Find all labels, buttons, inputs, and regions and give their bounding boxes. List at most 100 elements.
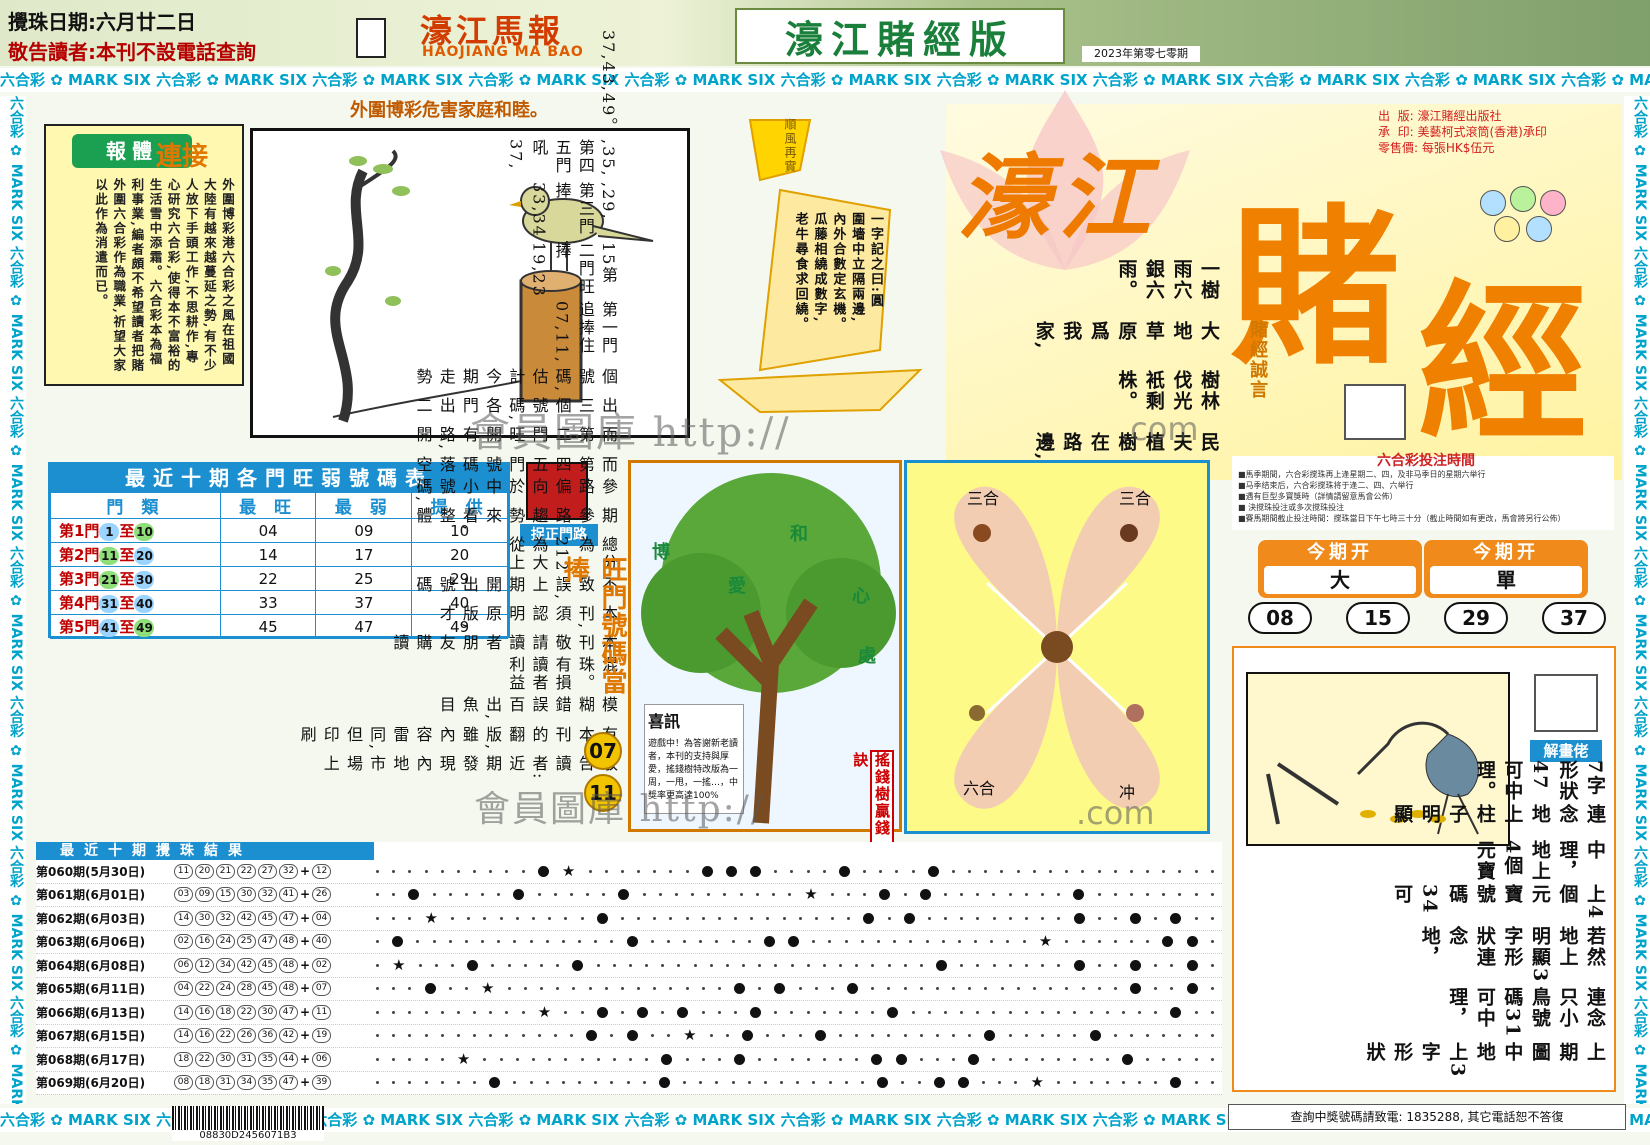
trend-dot: [879, 889, 891, 901]
trend-dot: [782, 916, 786, 920]
trend-dot: [960, 963, 964, 967]
solution-line: 連念地上柱子明顯: [1391, 804, 1606, 826]
special-star-icon: ★: [392, 955, 406, 974]
table-row: 第065期(6月11日) 04 22 24 28 45 48 +07 ★: [36, 978, 1222, 1001]
betting-time-line: ■遇有巨型多寶獎時（詳情請留意馬會公佈）: [1238, 492, 1398, 501]
solver-label: 解畫佬: [1530, 740, 1602, 762]
trend-dot: [750, 1006, 762, 1018]
trend-dot: [1146, 869, 1150, 873]
trend-dot: [701, 865, 713, 877]
draw-numbers: 11 20 21 22 27 32 +12: [174, 863, 374, 879]
trend-dot: [734, 916, 738, 920]
trend-dot: [515, 916, 519, 920]
trend-dot: [895, 1053, 907, 1065]
trend-dot: [521, 1034, 525, 1038]
trend-dot: [1073, 1081, 1077, 1085]
trend-dot: [806, 869, 810, 873]
trend-dot: [911, 1010, 915, 1014]
trend-dot: [685, 916, 689, 920]
trend-dot: [507, 963, 511, 967]
notice-line: 15第二門旺捧19,23: [529, 241, 618, 298]
trend-dot: [992, 1010, 996, 1014]
special-star-icon: ★: [683, 1026, 697, 1045]
trend-dot: [1081, 987, 1085, 991]
trend-dot: [499, 1057, 503, 1061]
trend-dot: [774, 983, 786, 995]
money-tree-label: 搖錢樹贏錢訣: [851, 750, 894, 846]
trend-dot: [1014, 1081, 1018, 1085]
trend-dot: [392, 987, 396, 991]
trend-dot: [957, 1077, 969, 1089]
notice-line: 混珠。有損讀者利益: [506, 656, 618, 693]
trend-dot: [919, 987, 923, 991]
draw-number: 48: [279, 934, 298, 950]
trend-dot: [376, 1057, 379, 1061]
notice-line: 參路偏向於中小號碼,: [413, 477, 619, 503]
trend-dot: [1162, 869, 1166, 873]
trend-dot: [376, 869, 379, 873]
table-row: 第066期(6月13日) 14 16 18 22 30 47 +11 ★: [36, 1001, 1222, 1025]
trend-dot: [604, 987, 608, 991]
trend-dot: [408, 889, 420, 901]
trend-dot: [742, 1030, 754, 1042]
trend-dot: [763, 936, 775, 948]
trend-dot: [1121, 1053, 1133, 1065]
trend-dot: [750, 916, 754, 920]
table-row: 第067期(6月15日) 14 16 22 26 36 42 +19 ★: [36, 1025, 1222, 1048]
trend-dot: [943, 893, 947, 897]
trend-dot: [540, 987, 543, 991]
trend-dot: [844, 1081, 848, 1085]
issue-number: 2023年第零七零期: [1082, 46, 1200, 62]
result-ball: 08: [1248, 602, 1312, 634]
trend-dot: [456, 1010, 460, 1014]
trend-dot: [556, 963, 560, 967]
table-row: 第068期(6月17日) 18 22 30 31 35 44 +06 ★: [36, 1048, 1222, 1072]
plus-sign: +: [300, 863, 311, 878]
trend-dot: [1113, 869, 1117, 873]
trend-dot: [1186, 983, 1198, 995]
draw-number: 22: [195, 1051, 214, 1067]
trend-dot: [879, 869, 883, 873]
trend-dot: [952, 987, 956, 991]
trend-dot: [855, 1057, 859, 1061]
trend-dot: [1073, 1057, 1077, 1061]
trend-dot: [376, 916, 379, 920]
table-row: 第060期(5月30日) 11 20 21 22 27 32 +12 ★: [36, 860, 1222, 884]
draw-number: 42: [279, 1028, 298, 1044]
plus-sign: +: [300, 1075, 311, 1090]
trend-dot: [642, 1081, 646, 1085]
trend-dot: [610, 940, 614, 944]
trend-dot: [483, 1057, 487, 1061]
notice-line: ,29,第三門捧33,34: [529, 181, 618, 238]
trend-dot: [661, 1010, 665, 1014]
trend-dot: [580, 1057, 584, 1061]
draw-label: 第068期(6月17日): [36, 1052, 146, 1067]
trend-dot: [1170, 1077, 1182, 1089]
tree-fruit: 處: [858, 646, 876, 667]
trend-dot: [513, 1081, 517, 1085]
trend-dot: [561, 1081, 565, 1085]
trend-dot: [513, 940, 517, 944]
lottery-balls-icon: [1470, 186, 1578, 246]
trend-dot: [418, 963, 422, 967]
trend-dot: [788, 936, 800, 948]
trend-dot: [758, 987, 762, 991]
trend-dot: [1105, 1010, 1109, 1014]
draw-label: 第063期(6月06日): [36, 935, 146, 950]
trend-dot: [984, 987, 988, 991]
trend-dot: [1129, 869, 1133, 873]
trend-dot: [1138, 1010, 1142, 1014]
trend-dot: [451, 963, 455, 967]
trend-dot: [839, 963, 843, 967]
trend-dot: [1210, 1034, 1214, 1038]
trend-dot: [758, 963, 762, 967]
trend-dot: [677, 1006, 689, 1018]
trend-dot: [626, 936, 638, 948]
trend-dot: [610, 1081, 614, 1085]
trend-dot: [650, 940, 654, 944]
trend-dots: ★: [376, 930, 1214, 954]
trend-dot: [545, 940, 549, 944]
trend-dot: [839, 1057, 843, 1061]
draw-label: 第067期(6月15日): [36, 1029, 146, 1044]
trend-dot: [561, 940, 565, 944]
